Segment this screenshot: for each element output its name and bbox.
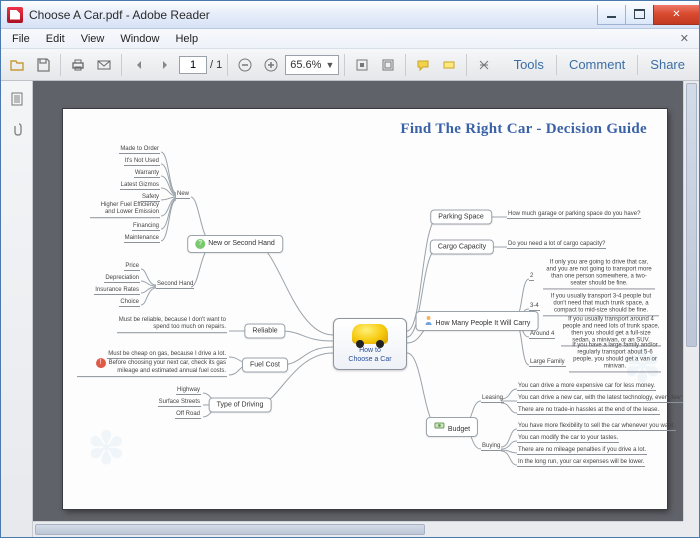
leaf-leasing: Leasing: [481, 395, 504, 403]
next-page-icon[interactable]: [153, 53, 177, 77]
menu-file[interactable]: File: [5, 31, 37, 47]
menu-help[interactable]: Help: [168, 31, 205, 47]
leaf-people-v0: If only you are going to drive that car,…: [543, 259, 655, 289]
scrollbar-thumb-vertical[interactable]: [686, 83, 697, 347]
zoom-select[interactable]: 65.6%▼: [285, 55, 339, 75]
zoom-value: 65.6%: [290, 59, 321, 71]
node-budget: Budget: [426, 417, 478, 437]
comment-bubble-icon[interactable]: [411, 53, 435, 77]
leaf-new-1: It's Not Used: [124, 158, 160, 166]
question-icon: ?: [195, 239, 205, 249]
leaf-people-k1: 3-4: [529, 303, 540, 311]
zoom-in-icon[interactable]: [259, 53, 283, 77]
node-cargo: Cargo Capacity: [430, 240, 494, 255]
leaf-reliable-note: Must be reliable, because I don't want t…: [117, 317, 227, 333]
menu-window[interactable]: Window: [113, 31, 166, 47]
highlight-icon[interactable]: [437, 53, 461, 77]
leaf-leasing-0: You can drive a more expensive car for l…: [517, 383, 656, 391]
close-button[interactable]: [653, 5, 699, 25]
leaf-people-k0: 2: [529, 273, 534, 281]
leaf-sh-3: Choice: [119, 299, 140, 307]
page-number-input[interactable]: [179, 56, 207, 74]
leaf-new-7: Maintenance: [124, 235, 160, 243]
scrollbar-corner: [683, 521, 699, 537]
thumbnails-icon[interactable]: [5, 87, 29, 111]
minimize-button[interactable]: [597, 5, 625, 25]
leaf-people-k2: Around 4: [529, 331, 555, 339]
leaf-secondhand: Second Hand: [156, 281, 194, 289]
page-total: / 1: [210, 59, 222, 71]
money-icon: [434, 421, 446, 431]
leaf-buying: Buying: [481, 443, 501, 451]
person-icon: [424, 315, 434, 325]
leaf-sh-1: Depreciation: [104, 275, 140, 283]
app-icon: [7, 7, 23, 23]
leaf-new-6: Financing: [132, 223, 160, 231]
node-parking: Parking Space: [430, 210, 492, 225]
document-close-button[interactable]: ✕: [674, 30, 695, 47]
leaf-cargo-q: Do you need a lot of cargo capacity?: [507, 241, 606, 249]
zoom-out-icon[interactable]: [233, 53, 257, 77]
leaf-new-0: Made to Order: [119, 146, 160, 154]
leaf-drive-2: Off Road: [175, 411, 201, 419]
leaf-fuel-note2: !Before choosing your next car, check it…: [77, 358, 227, 377]
leaf-people-v3: If you have a large family and/or regula…: [569, 342, 661, 372]
mindmap-center: How to Choose a Car: [333, 318, 407, 370]
leaf-new-5: Higher Fuel Efficiency and Lower Emissio…: [90, 202, 160, 218]
leaf-sh-0: Price: [124, 263, 140, 271]
node-new-or-second: ?New or Second Hand: [187, 235, 283, 253]
leaf-people-v1: If you usually transport 3-4 people but …: [543, 293, 659, 316]
leaf-buying-2: There are no mileage penalties if you dr…: [517, 447, 647, 455]
leaf-parking-q: How much garage or parking space do you …: [507, 211, 641, 219]
leaf-drive-1: Surface Streets: [158, 399, 201, 407]
leaf-leasing-2: There are no trade-in hassles at the end…: [517, 407, 660, 415]
car-icon: [352, 324, 388, 344]
node-fuelcost: Fuel Cost: [242, 358, 288, 373]
center-label-1: How to: [359, 347, 381, 355]
print-icon[interactable]: [66, 53, 90, 77]
document-viewer[interactable]: ✽ ✽ Find The Right Car - Decision Guide: [33, 81, 699, 537]
email-icon[interactable]: [92, 53, 116, 77]
prev-page-icon[interactable]: [127, 53, 151, 77]
menu-edit[interactable]: Edit: [39, 31, 72, 47]
leaf-buying-0: You have more flexibility to sell the ca…: [517, 423, 676, 431]
scrollbar-thumb-horizontal[interactable]: [35, 524, 425, 535]
menu-view[interactable]: View: [74, 31, 112, 47]
center-label-2: Choose a Car: [348, 356, 391, 364]
titlebar: Choose A Car.pdf - Adobe Reader: [1, 1, 699, 29]
read-mode-icon[interactable]: [472, 53, 496, 77]
leaf-leasing-1: You can drive a new car, with the latest…: [517, 395, 699, 403]
panel-share[interactable]: Share: [640, 51, 695, 78]
scrollbar-vertical[interactable]: [683, 81, 699, 521]
node-people: How Many People It Will Carry: [416, 311, 539, 331]
alert-icon: !: [96, 358, 106, 368]
panel-tools[interactable]: Tools: [504, 51, 554, 78]
leaf-buying-3: In the long run, your car expenses will …: [517, 459, 645, 467]
window-title: Choose A Car.pdf - Adobe Reader: [29, 8, 210, 22]
pdf-page: ✽ ✽ Find The Right Car - Decision Guide: [63, 109, 667, 509]
leaf-new-3: Latest Gizmos: [120, 182, 160, 190]
leaf-new-4: Safety: [141, 194, 160, 202]
node-type-driving: Type of Driving: [209, 398, 272, 413]
attachments-icon[interactable]: [5, 117, 29, 141]
scrollbar-horizontal[interactable]: [33, 521, 683, 537]
save-icon[interactable]: [31, 53, 55, 77]
leaf-new: New: [176, 191, 190, 199]
open-icon[interactable]: [5, 53, 29, 77]
node-reliable: Reliable: [244, 324, 285, 339]
leaf-buying-1: You can modify the car to your tastes.: [517, 435, 619, 443]
panel-comment[interactable]: Comment: [559, 51, 635, 78]
leaf-sh-2: Insurance Rates: [94, 287, 140, 295]
leaf-new-2: Warranty: [134, 170, 160, 178]
leaf-drive-0: Highway: [176, 387, 201, 395]
fit-page-icon[interactable]: [376, 53, 400, 77]
sidebar: [1, 81, 33, 537]
maximize-button[interactable]: [625, 5, 653, 25]
toolbar: / 1 65.6%▼ Tools Comment Share: [1, 49, 699, 81]
leaf-people-k3: Large Family: [529, 359, 566, 367]
save-copy-icon[interactable]: [350, 53, 374, 77]
menubar: File Edit View Window Help ✕: [1, 29, 699, 49]
